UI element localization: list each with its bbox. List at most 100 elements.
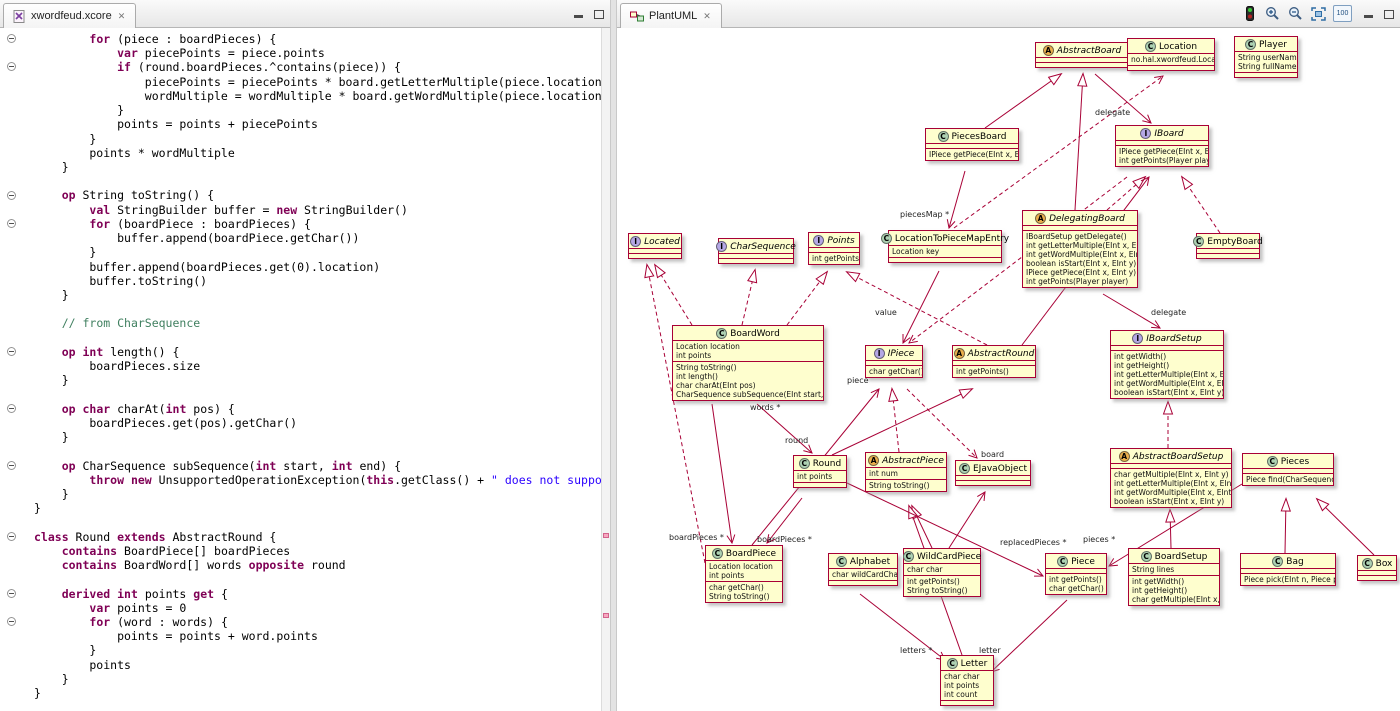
uml-class-name: Pieces [1281, 457, 1309, 467]
uml-class-name: IBoard [1154, 129, 1183, 139]
uml-class-located: ILocated [628, 233, 682, 259]
zoom-out-icon[interactable] [1287, 5, 1304, 22]
code-line: derived int points get { [34, 587, 610, 601]
code-line: // from CharSequence [34, 316, 610, 330]
code-area[interactable]: for (piece : boardPieces) { var piecePoi… [22, 28, 610, 711]
uml-compartment [889, 257, 1001, 262]
occurrence-marker[interactable] [603, 613, 609, 618]
uml-compartment [1358, 575, 1396, 580]
class-spot-icon: C [1145, 41, 1156, 52]
uml-member: String lines [1132, 565, 1216, 574]
zoom-in-icon[interactable] [1264, 5, 1281, 22]
uml-member: no.hal.xwordfeud.Location [1131, 55, 1211, 64]
minimize-icon[interactable] [1362, 6, 1375, 19]
uml-member: Location location [676, 342, 820, 351]
uml-member: int getWordMultiple(EInt x, EInt y) [1114, 379, 1220, 388]
uml-compartment: char getChar() [866, 365, 922, 377]
maximize-icon[interactable] [592, 6, 605, 19]
uml-member: int points [797, 472, 843, 481]
uml-compartment: char charint pointsint count [941, 670, 993, 700]
interface-spot-icon: I [874, 348, 885, 359]
uml-compartment [956, 480, 1030, 485]
uml-compartment: char wildCardChar [829, 568, 897, 580]
fold-toggle-icon[interactable] [7, 617, 16, 626]
uml-member: int getLetterMultiple(EInt x, EInt y) [1114, 370, 1220, 379]
fit-to-window-icon[interactable] [1310, 5, 1327, 22]
fold-toggle-icon[interactable] [7, 404, 16, 413]
uml-member: int getLetterMultiple(EInt x, EInt y) [1026, 241, 1134, 250]
plantuml-tabbar: PlantUML ✕ [617, 0, 1400, 28]
tab-xwordfeud-xcore[interactable]: xwordfeud.xcore ✕ [3, 3, 136, 28]
code-line: } [34, 245, 610, 259]
code-line: buffer.append(boardPiece.getChar()) [34, 231, 610, 245]
edge-label: value [875, 308, 897, 317]
fold-toggle-icon[interactable] [7, 34, 16, 43]
uml-compartment: int getWidth()int getHeight()char getMul… [1129, 575, 1219, 605]
uml-compartment: IPiece getPiece(EInt x, EInt y) [926, 148, 1018, 160]
uml-compartment [829, 580, 897, 585]
code-line: } [34, 643, 610, 657]
uml-compartment: Location locationint points [673, 340, 823, 361]
class-spot-icon: C [799, 458, 810, 469]
code-line: } [34, 686, 610, 700]
uml-member: char getMultiple(EInt x, EInt y) [1114, 470, 1228, 479]
uml-member: char getChar() [869, 367, 919, 376]
fold-toggle-icon[interactable] [7, 219, 16, 228]
uml-member: int getPoints(Player player) [1119, 156, 1205, 165]
close-icon[interactable]: ✕ [117, 11, 127, 22]
uml-member: int points [709, 571, 779, 580]
uml-class-name: Player [1259, 40, 1287, 50]
uml-class-name: IBoardSetup [1146, 334, 1201, 344]
code-line [34, 174, 610, 188]
edge-label: delegate [1095, 108, 1130, 117]
uml-class-name: BoardPiece [726, 549, 776, 559]
class-spot-icon: C [903, 551, 914, 562]
code-line: } [34, 103, 610, 117]
uml-class-name: WildCardPiece [917, 552, 981, 562]
uml-class-boardsetup: CBoardSetupString linesint getWidth()int… [1128, 548, 1220, 606]
fold-toggle-icon[interactable] [7, 589, 16, 598]
tab-plantuml[interactable]: PlantUML ✕ [620, 3, 722, 28]
edge-label: letter [979, 646, 1001, 655]
uml-class-abstractpiece: AAbstractPieceint numString toString() [865, 452, 947, 492]
code-line: } [34, 132, 610, 146]
code-line: for (word : words) { [34, 615, 610, 629]
uml-class-wildcardpiece: CWildCardPiecechar charint getPoints()St… [903, 548, 981, 597]
fold-toggle-icon[interactable] [7, 461, 16, 470]
uml-class-ejavaobject: CEJavaObject [955, 460, 1031, 486]
edge-label: words * [750, 403, 780, 412]
uml-member: boolean isStart(EInt x, EInt y) [1026, 259, 1134, 268]
uml-compartment: Piece pick(EInt n, Piece pieces) [1241, 573, 1335, 585]
close-icon[interactable]: ✕ [702, 11, 712, 22]
fold-toggle-icon[interactable] [7, 191, 16, 200]
uml-diagram-canvas[interactable]: AAbstractBoardCLocationno.hal.xwordfeud.… [617, 28, 1400, 711]
code-line: op String toString() { [34, 188, 610, 202]
minimize-icon[interactable] [572, 6, 585, 19]
uml-class-name: PiecesBoard [952, 132, 1007, 142]
interface-spot-icon: I [630, 236, 641, 247]
status-indicator-icon[interactable] [1241, 5, 1258, 22]
uml-compartment: IPiece getPiece(EInt x, EInt y)int getPo… [1116, 145, 1208, 166]
fold-toggle-icon[interactable] [7, 62, 16, 71]
class-spot-icon: C [881, 233, 892, 244]
code-line: var piecePoints = piece.points [34, 46, 610, 60]
zoom-100-icon[interactable]: 100 [1333, 5, 1352, 22]
tab-label: PlantUML [649, 10, 697, 22]
uml-member: int points [944, 681, 990, 690]
uml-class-name: AbstractRound [968, 349, 1035, 359]
abstract-spot-icon: A [1043, 45, 1054, 56]
fold-toggle-icon[interactable] [7, 532, 16, 541]
code-editor[interactable]: for (piece : boardPieces) { var piecePoi… [0, 28, 610, 711]
uml-compartment [941, 700, 993, 705]
class-spot-icon: C [1193, 236, 1204, 247]
fold-toggle-icon[interactable] [7, 347, 16, 356]
pane-splitter[interactable] [610, 0, 617, 711]
uml-member: String toString() [869, 481, 943, 490]
maximize-icon[interactable] [1382, 6, 1395, 19]
class-spot-icon: C [1057, 556, 1068, 567]
uml-class-iboardsetup: IIBoardSetupint getWidth()int getHeight(… [1110, 330, 1224, 399]
code-line: } [34, 288, 610, 302]
occurrence-marker[interactable] [603, 533, 609, 538]
code-line: points [34, 658, 610, 672]
uml-class-name: Round [813, 459, 841, 469]
